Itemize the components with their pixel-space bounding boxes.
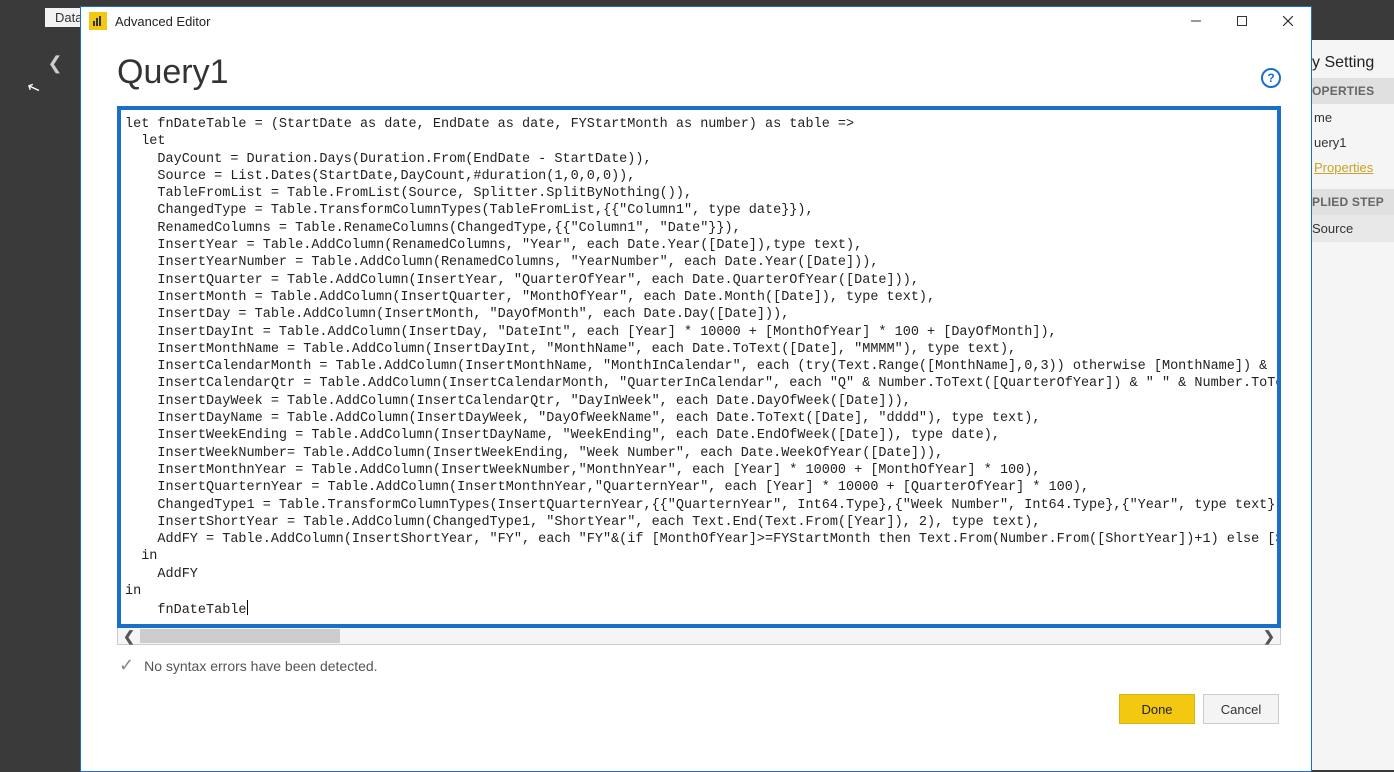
code-content[interactable]: let fnDateTable = (StartDate as date, En… [121, 110, 1277, 626]
close-icon [1283, 16, 1293, 26]
maximize-icon [1237, 16, 1247, 26]
applied-step-source[interactable]: Source [1304, 215, 1394, 242]
name-label: me [1304, 104, 1394, 129]
cancel-button[interactable]: Cancel [1203, 694, 1279, 724]
titlebar: Advanced Editor [81, 7, 1311, 35]
button-row: Done Cancel [117, 676, 1281, 738]
section-applied-steps: PLIED STEP [1304, 189, 1394, 215]
right-settings-panel: y Setting OPERTIES me uery1 Properties P… [1304, 40, 1394, 770]
minimize-button[interactable] [1173, 7, 1219, 35]
text-cursor [247, 600, 248, 615]
panel-title: y Setting [1304, 40, 1394, 78]
section-properties: OPERTIES [1304, 78, 1394, 104]
scroll-right-icon[interactable]: ❯ [1258, 628, 1280, 645]
status-row: ✓ No syntax errors have been detected. [117, 645, 1281, 676]
maximize-button[interactable] [1219, 7, 1265, 35]
close-button[interactable] [1265, 7, 1311, 35]
done-button[interactable]: Done [1119, 694, 1195, 724]
minimize-icon [1191, 16, 1201, 26]
app-icon [89, 12, 107, 30]
advanced-editor-dialog: Advanced Editor Query1 ? let fnDateTable… [80, 6, 1312, 772]
mouse-cursor-icon: ↖ [24, 76, 43, 99]
scroll-left-icon[interactable]: ❮ [118, 628, 140, 645]
code-editor[interactable]: let fnDateTable = (StartDate as date, En… [117, 106, 1281, 628]
titlebar-text: Advanced Editor [115, 14, 210, 29]
query-title: Query1 [117, 53, 229, 92]
horizontal-scrollbar[interactable]: ❮ ❯ [117, 627, 1281, 645]
status-text: No syntax errors have been detected. [144, 658, 377, 674]
help-icon[interactable]: ? [1261, 68, 1281, 88]
chevron-left-icon[interactable]: ❮ [40, 48, 70, 78]
all-properties-link[interactable]: Properties [1304, 154, 1394, 179]
name-value: uery1 [1304, 129, 1394, 154]
checkmark-icon: ✓ [119, 655, 134, 676]
modal-body: Query1 ? let fnDateTable = (StartDate as… [81, 35, 1311, 771]
scrollbar-thumb[interactable] [140, 629, 340, 643]
scrollbar-track[interactable] [140, 628, 1258, 644]
